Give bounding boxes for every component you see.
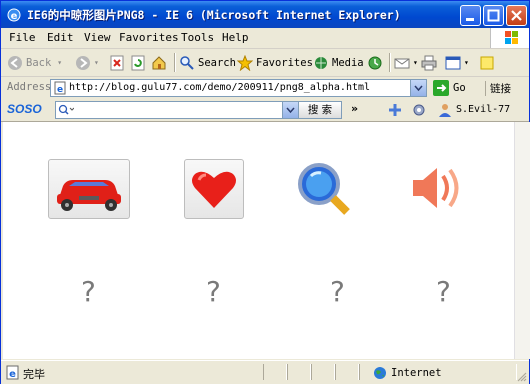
soso-user-name[interactable]: S.Evil-77 <box>456 104 510 115</box>
soso-search-button[interactable]: 搜 索 <box>298 101 342 119</box>
refresh-button[interactable] <box>130 53 149 72</box>
print-button[interactable] <box>421 53 440 72</box>
standard-toolbar: Back ▾ ▾ Search Favorites Media ▾ ▾ <box>1 49 529 77</box>
security-zone: Internet <box>373 366 442 380</box>
close-button[interactable] <box>506 5 527 26</box>
chevron-down-icon <box>286 107 295 114</box>
toolbar-separator <box>389 53 391 72</box>
stop-button[interactable] <box>109 53 128 72</box>
car-icon <box>57 180 121 211</box>
page-icon: e <box>54 81 66 95</box>
toolbar-separator <box>174 53 176 72</box>
window-title: IE6的中晾形图片PNG8 - IE 6 (Microsoft Internet… <box>27 8 401 22</box>
address-dropdown[interactable] <box>410 80 426 96</box>
menu-edit[interactable]: Edit <box>47 31 74 44</box>
menu-favorites[interactable]: Favorites <box>119 31 179 44</box>
maximize-button[interactable] <box>483 5 504 26</box>
forward-button[interactable]: ▾ <box>75 53 99 72</box>
svg-text:e: e <box>11 11 18 22</box>
menu-tools[interactable]: Tools <box>181 31 214 44</box>
search-icon <box>180 55 194 70</box>
minimize-icon <box>466 18 474 21</box>
menu-view[interactable]: View <box>84 31 111 44</box>
svg-text:e: e <box>9 369 16 380</box>
status-text: 完毕 <box>23 368 45 381</box>
chevron-down-icon <box>414 85 423 92</box>
media-globe-icon <box>315 56 327 69</box>
close-icon <box>511 10 522 21</box>
go-button[interactable]: Go <box>433 80 466 96</box>
search-button[interactable]: Search <box>179 53 236 72</box>
car-image-box <box>48 159 130 219</box>
address-label: Address <box>7 81 52 93</box>
history-button[interactable] <box>367 53 386 72</box>
user-icon <box>439 104 451 117</box>
forward-dropdown-icon: ▾ <box>94 58 99 67</box>
back-button[interactable]: Back ▾ <box>7 53 62 72</box>
stop-icon <box>110 55 124 70</box>
soso-search-icon <box>58 104 74 115</box>
address-bar: Address e http://blog.gulu77.com/demo/20… <box>1 77 529 100</box>
heart-icon <box>192 171 236 208</box>
page-done-icon: e <box>6 365 19 380</box>
item-caption: ? <box>81 275 96 308</box>
gear-icon[interactable] <box>411 102 427 118</box>
item-caption: ? <box>330 275 345 308</box>
mail-dropdown-icon: ▾ <box>413 58 418 67</box>
soso-toolbar: SOSO 搜 索 » S.Evil-77 <box>1 99 529 122</box>
media-button[interactable]: Media <box>313 53 364 72</box>
soso-search-input[interactable] <box>55 101 299 119</box>
address-input[interactable]: e http://blog.gulu77.com/demo/200911/png… <box>50 79 427 97</box>
address-url: http://blog.gulu77.com/demo/200911/png8_… <box>69 82 371 93</box>
soso-more-icon[interactable]: » <box>351 102 358 115</box>
vertical-scrollbar[interactable] <box>514 122 530 359</box>
star-icon <box>237 54 253 71</box>
soso-logo: SOSO <box>7 102 42 116</box>
magnifier-icon <box>298 163 350 215</box>
history-icon <box>368 56 382 69</box>
edit-page-icon <box>445 56 461 69</box>
windows-logo <box>490 28 529 48</box>
windows-flag-icon <box>505 31 518 44</box>
mail-button[interactable]: ▾ <box>394 53 418 72</box>
status-panel <box>263 364 287 380</box>
internet-globe-icon <box>374 367 386 379</box>
browser-window: e IE6的中晾形图片PNG8 - IE 6 (Microsoft Intern… <box>0 0 530 384</box>
messenger-button[interactable] <box>479 53 498 72</box>
resize-grip-icon[interactable] <box>515 370 527 382</box>
soso-dropdown[interactable] <box>282 102 298 118</box>
refresh-icon <box>131 55 145 70</box>
svg-text:e: e <box>57 85 63 95</box>
maximize-icon <box>487 9 500 22</box>
ie-icon: e <box>7 8 21 22</box>
title-bar[interactable]: e IE6的中晾形图片PNG8 - IE 6 (Microsoft Intern… <box>1 1 529 28</box>
status-bar: e 完毕 Internet <box>1 360 529 384</box>
heart-image-box <box>184 159 244 219</box>
page-content: ? ? ? ? <box>3 122 514 359</box>
menu-bar: File Edit View Favorites Tools Help <box>1 28 529 49</box>
forward-arrow-icon <box>76 55 90 70</box>
plus-icon[interactable] <box>387 102 403 118</box>
edit-button[interactable]: ▾ <box>445 53 469 72</box>
home-icon <box>152 55 166 69</box>
printer-icon <box>421 55 437 70</box>
edit-dropdown-icon: ▾ <box>464 58 469 67</box>
mail-icon <box>394 58 410 68</box>
note-icon <box>480 56 494 69</box>
status-panel <box>311 364 335 380</box>
home-button[interactable] <box>151 53 170 72</box>
item-caption: ? <box>436 275 451 308</box>
status-panel <box>287 364 311 380</box>
item-caption: ? <box>206 275 221 308</box>
back-arrow-icon <box>8 55 22 70</box>
back-dropdown-icon: ▾ <box>57 58 63 67</box>
minimize-button[interactable] <box>460 5 481 26</box>
menu-help[interactable]: Help <box>222 31 249 44</box>
status-panel <box>335 364 359 380</box>
menu-file[interactable]: File <box>9 31 36 44</box>
go-arrow-icon <box>433 80 449 96</box>
favorites-button[interactable]: Favorites <box>237 53 313 72</box>
links-button[interactable]: 链接 <box>485 81 511 96</box>
speaker-icon <box>413 168 459 208</box>
